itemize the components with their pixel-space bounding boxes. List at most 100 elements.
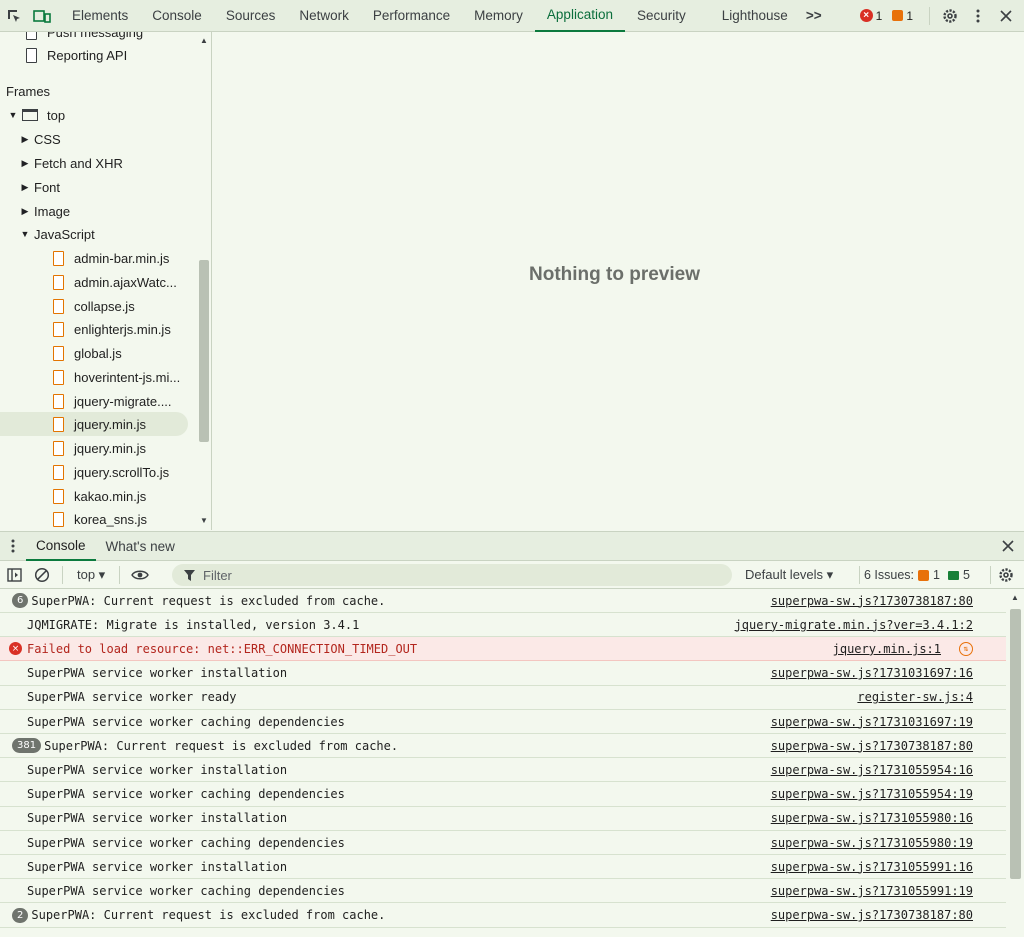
tab-network[interactable]: Network [287, 0, 361, 32]
clear-console-icon[interactable] [28, 561, 56, 589]
source-link[interactable]: superpwa-sw.js?1731055991:19 [771, 884, 973, 898]
source-link[interactable]: superpwa-sw.js?1731031697:19 [771, 715, 973, 729]
sidebar-item-label: Font [34, 179, 61, 195]
sidebar-item[interactable]: jquery.scrollTo.js [0, 460, 196, 484]
inspect-element-icon[interactable] [0, 0, 28, 32]
source-link[interactable]: jquery-migrate.min.js?ver=3.4.1:2 [735, 618, 973, 632]
console-scroll-thumb[interactable] [1010, 609, 1021, 879]
issues-counter[interactable]: 6 Issues: 1 5 [864, 561, 970, 589]
source-link[interactable]: superpwa-sw.js?1731055954:16 [771, 763, 973, 777]
drawer-menu-icon[interactable] [0, 530, 26, 562]
close-drawer-icon[interactable] [994, 530, 1022, 562]
device-toolbar-icon[interactable] [28, 0, 56, 32]
source-link[interactable]: superpwa-sw.js?1731055980:16 [771, 811, 973, 825]
tab-performance[interactable]: Performance [361, 0, 462, 32]
console-settings-gear-icon[interactable] [992, 561, 1020, 589]
console-log-row: SuperPWA service worker installation supe… [0, 807, 1006, 831]
source-link[interactable]: superpwa-sw.js?1730738187:80 [771, 739, 973, 753]
sidebar-item[interactable]: jquery-migrate.... [0, 389, 196, 413]
tab-security[interactable]: Security [625, 0, 698, 32]
script-file-icon [53, 298, 64, 314]
tab-sources[interactable]: Sources [214, 0, 288, 32]
sidebar-item[interactable]: ▶ Fetch and XHR [0, 151, 196, 175]
source-link[interactable]: superpwa-sw.js?1730738187:80 [771, 908, 973, 922]
more-tabs-button[interactable]: >> [800, 0, 828, 32]
document-icon [26, 32, 37, 40]
sidebar-item[interactable]: collapse.js [0, 294, 196, 318]
tab-application[interactable]: Application [534, 0, 625, 32]
scroll-down-arrow-icon[interactable]: ▼ [200, 516, 208, 525]
sidebar-item-label: admin.ajaxWatc... [74, 274, 177, 290]
script-file-icon [53, 321, 64, 337]
console-scrollbar[interactable]: ▲ [1006, 589, 1024, 937]
sidebar-item[interactable]: korea_sns.js [0, 507, 196, 530]
source-link[interactable]: register-sw.js:4 [857, 690, 973, 704]
console-log-row: 2 SuperPWA: Current request is excluded f… [0, 904, 1006, 928]
sidebar-item[interactable]: ▶ CSS [0, 127, 196, 151]
sidebar-item[interactable]: enlighterjs.min.js [0, 317, 196, 341]
source-link[interactable]: superpwa-sw.js?1731031697:16 [771, 666, 973, 680]
collapsed-triangle-icon[interactable]: ▶ [20, 206, 30, 217]
live-expression-eye-icon[interactable] [126, 561, 154, 589]
collapsed-triangle-icon[interactable]: ▶ [20, 134, 30, 145]
sidebar-item[interactable]: jquery.min.js [0, 436, 196, 460]
sidebar-item[interactable]: global.js [0, 341, 196, 365]
error-count-badge[interactable]: × 1 [859, 9, 882, 23]
sidebar-item[interactable]: admin-bar.min.js [0, 246, 196, 270]
kebab-menu-icon[interactable] [964, 0, 992, 32]
sidebar-item-label: collapse.js [74, 298, 135, 314]
source-link[interactable]: superpwa-sw.js?1730738187:80 [771, 594, 973, 608]
console-message-text: SuperPWA: Current request is excluded fr… [31, 908, 386, 923]
console-message-text: SuperPWA service worker caching dependen… [27, 714, 345, 729]
drawer-tab-console[interactable]: Console [26, 532, 96, 561]
script-file-icon [53, 369, 64, 385]
log-levels-dropdown[interactable]: Default levels ▾ [745, 561, 833, 589]
scroll-up-arrow-icon[interactable]: ▲ [1011, 593, 1019, 602]
tab-elements[interactable]: Elements [60, 0, 140, 32]
script-file-icon [53, 416, 64, 432]
javascript-context-select[interactable]: top ▾ [69, 567, 113, 583]
source-link[interactable]: superpwa-sw.js?1731055954:19 [771, 787, 973, 801]
sidebar-scrollbar[interactable]: ▲ ▼ [197, 32, 211, 530]
network-request-icon[interactable]: ⇅ [959, 641, 973, 656]
console-message-text: Failed to load resource: net::ERR_CONNEC… [27, 641, 418, 656]
tab-memory[interactable]: Memory [462, 0, 535, 32]
sidebar-item[interactable]: jquery.min.js [0, 412, 188, 436]
sidebar-item[interactable]: admin.ajaxWatc... [0, 270, 196, 294]
expanded-triangle-icon[interactable]: ▼ [20, 229, 30, 239]
issue-warning-flag-icon [918, 569, 930, 581]
sidebar-item-label: CSS [34, 131, 61, 147]
script-file-icon [53, 393, 64, 409]
console-messages[interactable]: 6 SuperPWA: Current request is excluded f… [0, 589, 1006, 937]
scroll-up-arrow-icon[interactable]: ▲ [200, 36, 208, 45]
script-file-icon [53, 274, 64, 290]
show-sidebar-icon[interactable] [0, 561, 28, 589]
repeat-count-badge: 2 [12, 907, 29, 923]
source-link[interactable]: superpwa-sw.js?1731055991:16 [771, 860, 973, 874]
source-link[interactable]: jquery.min.js:1 [833, 642, 941, 656]
collapsed-triangle-icon[interactable]: ▶ [20, 182, 30, 193]
sidebar-item[interactable]: Reporting API [0, 43, 196, 67]
sidebar-scroll-thumb[interactable] [199, 260, 209, 442]
tab-console[interactable]: Console [140, 0, 214, 32]
warning-count-badge[interactable]: 1 [892, 9, 913, 23]
sidebar-item[interactable]: ▶ Font [0, 175, 196, 199]
warning-flag-icon [892, 10, 904, 21]
collapsed-triangle-icon[interactable]: ▶ [20, 158, 30, 169]
expanded-triangle-icon[interactable]: ▼ [8, 110, 18, 120]
sidebar-item[interactable]: kakao.min.js [0, 484, 196, 508]
drawer-tab-what-s-new[interactable]: What's new [96, 532, 185, 561]
sidebar-item[interactable]: hoverintent-js.mi... [0, 365, 196, 389]
close-devtools-icon[interactable] [992, 0, 1020, 32]
tab-lighthouse[interactable]: Lighthouse [710, 0, 800, 32]
sidebar-item-label: korea_sns.js [74, 511, 147, 527]
sidebar-item[interactable]: ▼ top [0, 103, 196, 127]
drawer-tabbar: Console What's new [0, 531, 1024, 561]
settings-gear-icon[interactable] [936, 0, 964, 32]
sidebar-item[interactable]: ▶ Image [0, 199, 196, 223]
console-filter-input[interactable]: Filter [172, 564, 732, 586]
issues-label: 6 Issues: [864, 568, 915, 582]
sidebar-item[interactable]: ▼ JavaScript [0, 222, 196, 246]
warning-count: 1 [906, 8, 913, 23]
source-link[interactable]: superpwa-sw.js?1731055980:19 [771, 836, 973, 850]
